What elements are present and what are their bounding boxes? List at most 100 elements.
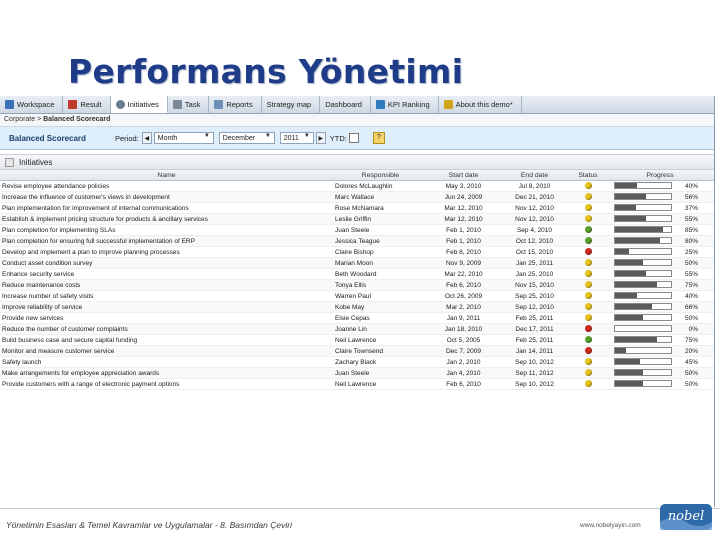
tab-result[interactable]: Result	[63, 96, 111, 113]
column-header-responsible[interactable]: Responsible	[333, 170, 428, 181]
task-icon	[172, 100, 182, 109]
progress-bar	[614, 303, 672, 311]
initiative-name[interactable]: Conduct asset condition survey	[0, 257, 333, 269]
initiative-name[interactable]: Plan implementation for improvement of i…	[0, 202, 333, 214]
table-row[interactable]: Monitor and measure customer service Clai…	[0, 345, 714, 357]
progress-bar	[614, 226, 672, 234]
table-row[interactable]: Enhance security service Beth Woodard Mar …	[0, 268, 714, 280]
tab-dashboard[interactable]: Dashboard	[320, 96, 371, 113]
help-icon[interactable]: ?	[372, 132, 385, 144]
tab-strategy-map[interactable]: Strategy map	[262, 96, 321, 113]
next-period-button[interactable]: ▶	[315, 132, 326, 144]
previous-period-button[interactable]: ◀	[141, 132, 152, 144]
initiative-name[interactable]: Plan completion for implementing SLAs	[0, 224, 333, 236]
footer-url[interactable]: www.nobelyayin.com	[580, 522, 641, 529]
progress-cell: 45%	[606, 356, 714, 368]
end-date: Jan 25, 2010	[499, 268, 570, 280]
initiative-name[interactable]: Provide new services	[0, 312, 333, 324]
status-yellow-icon	[584, 379, 592, 387]
table-row[interactable]: Plan completion for implementing SLAs Jua…	[0, 224, 714, 236]
column-header-status[interactable]: Status	[570, 170, 606, 181]
status-yellow-icon	[584, 269, 592, 277]
responsible-person: Zachary Black	[333, 356, 428, 368]
tab-kpi-ranking[interactable]: KPI Ranking	[371, 96, 439, 113]
tab-task[interactable]: Task	[168, 96, 210, 113]
progress-bar	[614, 292, 672, 300]
start-date: Jun 24, 2009	[428, 191, 499, 203]
breadcrumb-parent[interactable]: Corporate >	[4, 116, 43, 123]
tab-label: Workspace	[17, 100, 55, 109]
initiative-name[interactable]: Monitor and measure customer service	[0, 345, 333, 357]
initiative-name[interactable]: Develop and implement a plan to improve …	[0, 246, 333, 258]
section-title: Initiatives	[19, 157, 53, 167]
end-date: Jan 14, 2011	[499, 345, 570, 357]
initiative-name[interactable]: Revise employee attendance policies	[0, 180, 333, 192]
initiative-name[interactable]: Safety launch	[0, 356, 333, 368]
start-date: Jan 4, 2010	[428, 367, 499, 379]
column-header-name[interactable]: Name	[0, 170, 333, 181]
column-header-progress[interactable]: Progress	[606, 170, 714, 181]
status-yellow-icon	[584, 302, 592, 310]
table-row[interactable]: Safety launch Zachary Black Jan 2, 2010 Sep…	[0, 356, 714, 368]
table-row[interactable]: Revise employee attendance policies Dolor…	[0, 180, 714, 192]
table-row[interactable]: Increase the influence of customer's vie…	[0, 191, 714, 203]
table-row[interactable]: Improve reliability of service Kobe May Ma…	[0, 301, 714, 313]
column-header-start-date[interactable]: Start date	[428, 170, 499, 181]
table-row[interactable]: Make arrangements for employee appreciat…	[0, 367, 714, 379]
table-row[interactable]: Reduce maintenance costs Tonya Ellis Feb 6…	[0, 279, 714, 291]
responsible-person: Juan Steele	[333, 224, 428, 236]
table-row[interactable]: Provide customers with a range of electr…	[0, 378, 714, 390]
status-yellow-icon	[584, 280, 592, 288]
table-row[interactable]: Develop and implement a plan to improve …	[0, 246, 714, 258]
column-header-end-date[interactable]: End date	[499, 170, 570, 181]
status-cell	[570, 367, 606, 379]
table-row[interactable]: Establish & implement pricing structure …	[0, 213, 714, 225]
progress-cell: 66%	[606, 301, 714, 313]
progress-percent: 66%	[684, 303, 698, 311]
end-date: Feb 25, 2011	[499, 334, 570, 346]
start-date: Jan 18, 2010	[428, 323, 499, 335]
tab-workspace[interactable]: Workspace	[0, 96, 64, 113]
initiative-name[interactable]: Build business case and secure capital f…	[0, 334, 333, 346]
period-select[interactable]: Month ▼	[153, 132, 214, 144]
initiative-name[interactable]: Reduce the number of customer complaints	[0, 323, 333, 335]
ytd-checkbox[interactable]	[348, 133, 359, 143]
star-icon	[443, 100, 453, 109]
table-row[interactable]: Increase number of safety visits Warren P…	[0, 290, 714, 302]
progress-bar-fill	[615, 370, 643, 376]
start-date: Nov 9, 2009	[428, 257, 499, 269]
progress-bar	[614, 358, 672, 366]
table-row[interactable]: Conduct asset condition survey Marian Moo…	[0, 257, 714, 269]
application-window: Workspace Result Initiatives Task Reports Str…	[0, 96, 715, 507]
table-row[interactable]: Build business case and secure capital f…	[0, 334, 714, 346]
progress-bar-fill	[615, 293, 638, 299]
progress-bar-fill	[615, 359, 641, 365]
initiative-name[interactable]: Provide customers with a range of electr…	[0, 378, 333, 390]
progress-percent: 0%	[688, 325, 698, 333]
table-row[interactable]: Plan implementation for improvement of i…	[0, 202, 714, 214]
progress-bar	[614, 369, 672, 377]
year-select[interactable]: 2011 ▼	[279, 132, 314, 144]
chevron-down-icon: ▼	[303, 133, 310, 139]
start-date: Mar 12, 2010	[428, 202, 499, 214]
scorecard-title: Balanced Scorecard	[9, 133, 86, 143]
progress-cell: 25%	[606, 246, 714, 258]
end-date: Nov 15, 2010	[499, 279, 570, 291]
initiative-name[interactable]: Reduce maintenance costs	[0, 279, 333, 291]
logo-text: nobel	[668, 509, 704, 524]
table-row[interactable]: Plan completion for ensuring full succes…	[0, 235, 714, 247]
month-select[interactable]: December ▼	[218, 132, 275, 144]
tab-initiatives[interactable]: Initiatives	[110, 96, 168, 113]
tab-about-this-demo[interactable]: About this demo*	[439, 96, 522, 113]
initiative-name[interactable]: Increase the influence of customer's vie…	[0, 191, 333, 203]
table-row[interactable]: Reduce the number of customer complaints…	[0, 323, 714, 335]
initiative-name[interactable]: Plan completion for ensuring full succes…	[0, 235, 333, 247]
initiative-name[interactable]: Enhance security service	[0, 268, 333, 280]
table-row[interactable]: Provide new services Elsie Cepas Jan 9, 20…	[0, 312, 714, 324]
initiative-name[interactable]: Make arrangements for employee appreciat…	[0, 367, 333, 379]
initiative-name[interactable]: Increase number of safety visits	[0, 290, 333, 302]
responsible-person: Jessica Teague	[333, 235, 428, 247]
tab-reports[interactable]: Reports	[209, 96, 262, 113]
initiative-name[interactable]: Establish & implement pricing structure …	[0, 213, 333, 225]
initiative-name[interactable]: Improve reliability of service	[0, 301, 333, 313]
